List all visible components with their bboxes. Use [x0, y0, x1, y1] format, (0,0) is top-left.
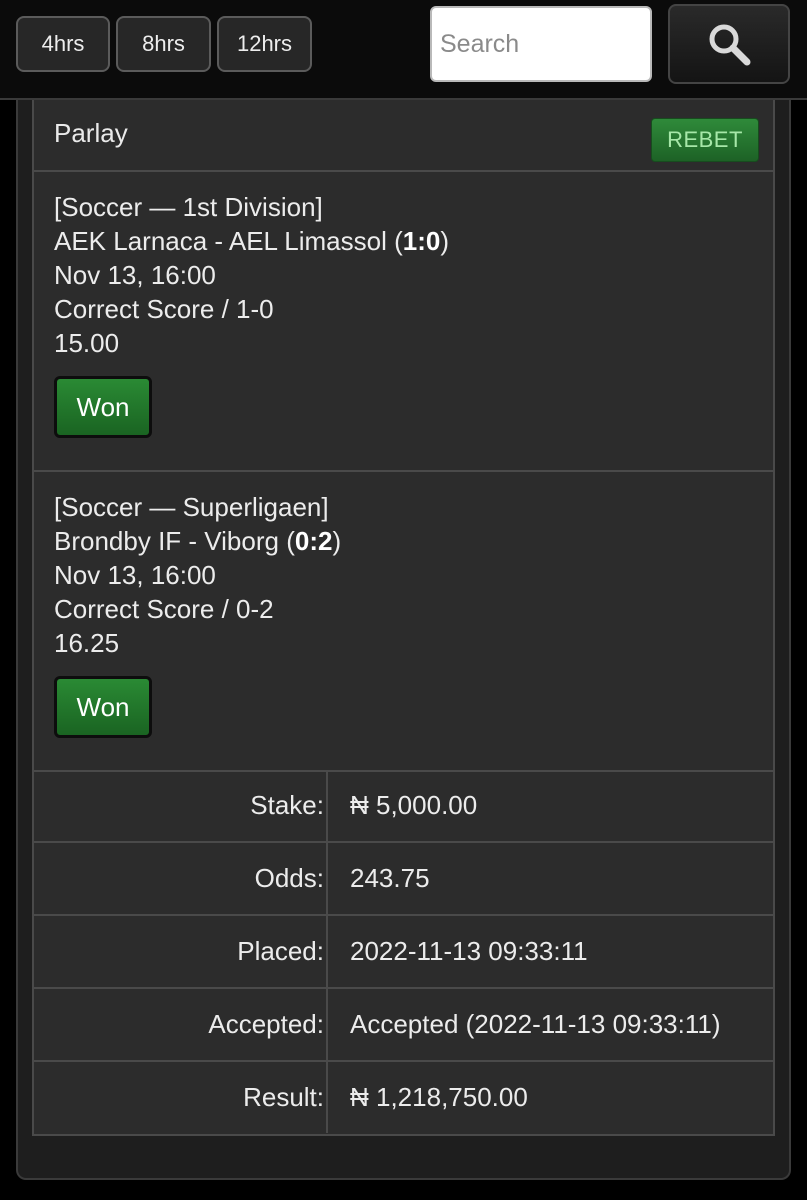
detail-label: Stake: — [34, 770, 328, 841]
top-toolbar: 4hrs 8hrs 12hrs — [0, 0, 807, 100]
selection-score: 0:2 — [294, 526, 333, 556]
detail-value: Accepted (2022-11-13 09:33:11) — [350, 1009, 721, 1039]
selection-league: [Soccer — Superligaen] — [54, 492, 329, 522]
status-badge: Won — [54, 676, 152, 738]
rebet-button[interactable]: REBET — [651, 118, 759, 162]
detail-label: Result: — [34, 1062, 328, 1133]
bet-type-title: Parlay — [54, 118, 128, 148]
search-input[interactable] — [430, 6, 652, 82]
bet-card-header: Parlay REBET — [34, 100, 773, 172]
detail-value: 243.75 — [350, 863, 430, 893]
selection-item: [Soccer — 1st Division] AEK Larnaca - AE… — [34, 172, 773, 472]
detail-label: Accepted: — [34, 989, 328, 1060]
search-button[interactable] — [668, 4, 790, 84]
selection-match: Brondby IF - Viborg (0:2) — [54, 526, 342, 556]
status-badge: Won — [54, 376, 152, 438]
selection-league: [Soccer — 1st Division] — [54, 192, 323, 222]
bet-card: Parlay REBET [Soccer — 1st Division] AEK… — [32, 100, 775, 1136]
detail-row-odds: Odds: 243.75 — [34, 843, 773, 916]
detail-row-accepted: Accepted: Accepted (2022-11-13 09:33:11) — [34, 989, 773, 1062]
detail-value: ₦ 1,218,750.00 — [350, 1082, 528, 1112]
selection-match-name: Brondby IF - Viborg — [54, 526, 279, 556]
search-icon — [709, 24, 751, 66]
filter-4hrs-button[interactable]: 4hrs — [16, 16, 110, 72]
detail-value: 2022-11-13 09:33:11 — [350, 936, 588, 966]
selection-odds: 16.25 — [54, 628, 120, 658]
detail-label: Placed: — [34, 916, 328, 987]
filter-12hrs-button[interactable]: 12hrs — [217, 16, 312, 72]
selection-item: [Soccer — Superligaen] Brondby IF - Vibo… — [34, 472, 773, 772]
selection-datetime: Nov 13, 16:00 — [54, 260, 216, 290]
selection-match: AEK Larnaca - AEL Limassol (1:0) — [54, 226, 450, 256]
filter-8hrs-button[interactable]: 8hrs — [116, 16, 211, 72]
selection-market: Correct Score / 0-2 — [54, 594, 274, 624]
detail-label: Odds: — [34, 843, 328, 914]
detail-row-placed: Placed: 2022-11-13 09:33:11 — [34, 916, 773, 989]
selection-match-name: AEK Larnaca - AEL Limassol — [54, 226, 387, 256]
selection-odds: 15.00 — [54, 328, 120, 358]
detail-row-result: Result: ₦ 1,218,750.00 — [34, 1062, 773, 1135]
detail-row-stake: Stake: ₦ 5,000.00 — [34, 770, 773, 843]
selection-score: 1:0 — [402, 226, 441, 256]
detail-value: ₦ 5,000.00 — [350, 790, 478, 820]
selection-market: Correct Score / 1-0 — [54, 294, 274, 324]
selection-datetime: Nov 13, 16:00 — [54, 560, 216, 590]
